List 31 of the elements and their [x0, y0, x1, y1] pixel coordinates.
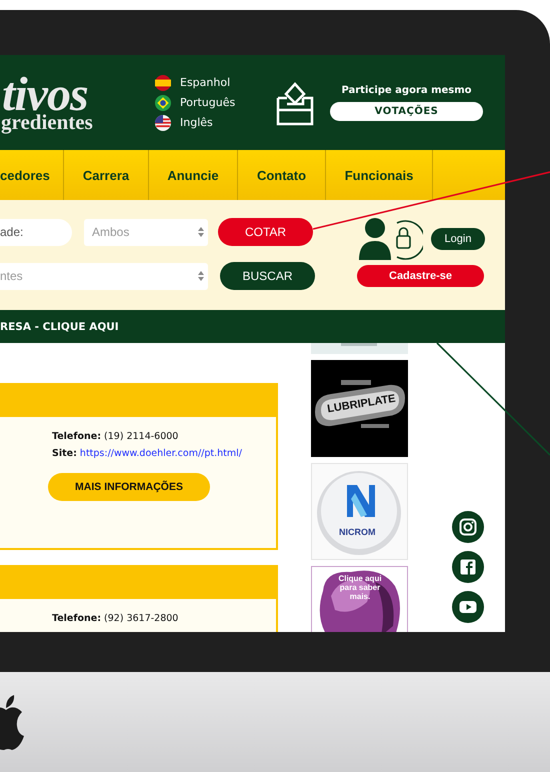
flag-icon[interactable] — [155, 74, 171, 90]
banner-bar[interactable]: RESA - CLIQUE AQUI — [0, 310, 505, 343]
register-button[interactable]: Cadastre-se — [357, 265, 484, 287]
logo-icon — [0, 692, 24, 752]
user-lock-icon — [357, 217, 423, 261]
logo-text: tivos — [2, 74, 88, 114]
quantity-field[interactable]: ade: — [0, 218, 72, 246]
search-button[interactable]: BUSCAR — [220, 262, 315, 290]
flag-icon[interactable] — [155, 114, 171, 130]
phone-text: Telefone: (92) 3617-2800 — [52, 613, 178, 624]
language-link[interactable]: Espanhol — [180, 76, 230, 89]
ad-text: NICROM — [339, 527, 376, 537]
language-link[interactable]: Inglês — [180, 116, 213, 129]
site-text: Site: https://www.doehler.com//pt.html/ — [52, 448, 242, 459]
ad-text: LUBRIPLATE — [326, 392, 396, 416]
select-arrows-icon — [198, 270, 204, 282]
facebook-icon[interactable] — [452, 551, 484, 583]
language-link[interactable]: Português — [180, 96, 236, 109]
quote-button[interactable]: COTAR — [218, 218, 313, 246]
vote-prompt: Participe agora mesmo — [341, 84, 472, 96]
ad-text: Clique aqui para saber mais. — [337, 574, 383, 601]
phone-text: Telefone: (19) 2114-6000 — [52, 431, 178, 442]
youtube-icon[interactable] — [452, 591, 484, 623]
login-button[interactable]: Login — [431, 228, 485, 250]
vote-button[interactable]: VOTAÇÕES — [330, 102, 483, 120]
select-arrows-icon — [198, 226, 204, 238]
site-link[interactable]: https://www.doehler.com//pt.html/ — [80, 448, 242, 459]
flag-icon[interactable] — [155, 94, 171, 110]
instagram-icon[interactable] — [452, 511, 484, 543]
ballot-box-icon — [275, 80, 315, 126]
more-info-button[interactable]: MAIS INFORMAÇÕES — [48, 473, 210, 501]
